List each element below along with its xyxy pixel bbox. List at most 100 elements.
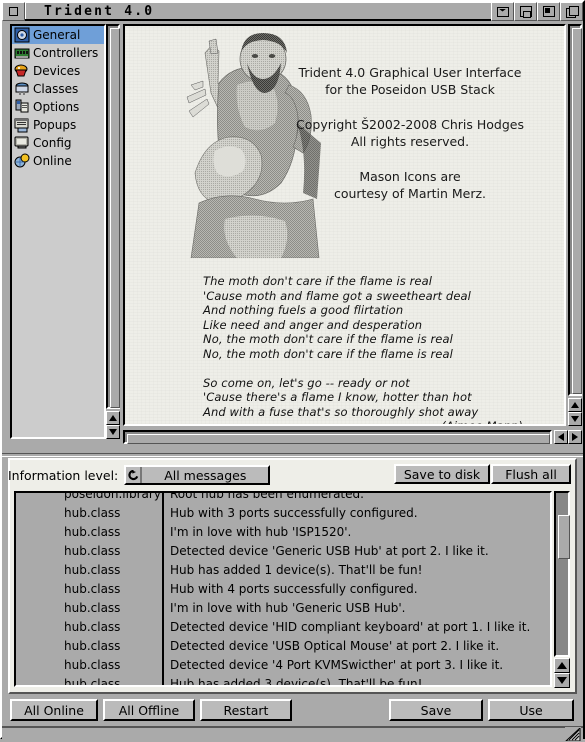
log-vscroll-thumb[interactable]	[558, 515, 570, 559]
log-row[interactable]: hub.class Hub has added 1 device(s). That…	[16, 560, 550, 579]
about-credits-line2: courtesy of Martin Merz.	[333, 186, 487, 201]
sidebar-scrollbar[interactable]	[106, 24, 120, 439]
sidebar-item-config[interactable]: Config	[12, 134, 104, 152]
sidebar-item-general[interactable]: General	[12, 26, 104, 44]
status-strip	[2, 726, 583, 742]
log-row-message: I'm in love with hub 'ISP1520'.	[170, 524, 352, 539]
panel-hscroll-thumb[interactable]	[127, 434, 550, 444]
log-row-source: hub.class	[64, 676, 121, 687]
save-button[interactable]: Save	[389, 699, 483, 721]
about-copyright: Copyright Š2002-2008 Chris Hodges All ri…	[265, 116, 555, 150]
use-button[interactable]: Use	[488, 699, 574, 721]
log-scroll-down-button[interactable]	[554, 673, 570, 688]
chevron-down-icon	[571, 416, 579, 422]
poem-line: And with a fuse that's so thoroughly sho…	[203, 404, 479, 419]
panel-scroll-up-button[interactable]	[568, 398, 582, 412]
panel-vertical-scrollbar[interactable]	[568, 24, 582, 426]
log-row[interactable]: poseidon.library Root hub has been enumer…	[16, 491, 550, 503]
panel-scroll-right-button[interactable]	[568, 430, 582, 444]
panel-vscroll-track[interactable]	[568, 24, 582, 396]
sidebar-item-popups[interactable]: Popups	[12, 116, 104, 134]
options-icon	[14, 99, 30, 115]
log-row-message: Hub has added 1 device(s). That'll be fu…	[170, 562, 423, 577]
log-row-source: hub.class	[64, 657, 121, 672]
popups-icon	[14, 117, 30, 133]
log-row[interactable]: hub.class Hub with 4 ports successfully c…	[16, 579, 550, 598]
restart-button[interactable]: Restart	[200, 699, 292, 721]
panel-hscroll-track[interactable]	[123, 430, 552, 444]
online-icon	[14, 153, 30, 169]
sidebar-label: Controllers	[33, 46, 99, 60]
chevron-up-icon	[557, 662, 567, 669]
log-row[interactable]: hub.class I'm in love with hub 'ISP1520'.	[16, 522, 550, 541]
log-row-message: Hub with 3 ports successfully configured…	[170, 505, 418, 520]
log-row[interactable]: hub.class Detected device '4 Port KVMSwic…	[16, 655, 550, 674]
sidebar-scrollbar-thumb[interactable]	[110, 28, 120, 408]
poem-line: Like need and anger and desperation	[203, 317, 423, 332]
information-level-value: All messages	[164, 467, 247, 483]
sidebar-scroll-up-button[interactable]	[106, 411, 120, 425]
chevron-right-icon	[572, 433, 578, 441]
close-gadget[interactable]	[2, 2, 25, 21]
log-row-source: poseidon.library	[64, 491, 161, 501]
poem-block: The moth don't care if the flame is real…	[203, 274, 523, 424]
pane-separator	[2, 453, 583, 457]
log-row[interactable]: hub.class Hub has added 3 device(s). That…	[16, 674, 550, 687]
sidebar-label: Online	[33, 154, 72, 168]
iconify-gadget[interactable]	[491, 2, 514, 21]
panel-vscroll-thumb[interactable]	[572, 28, 582, 394]
log-row-message: Hub with 4 ports successfully configured…	[170, 581, 418, 596]
poem-line: 'Cause moth and flame got a sweetheart d…	[203, 288, 471, 303]
log-list[interactable]: poseidon.library Root hub has been enumer…	[14, 491, 552, 687]
panel-scroll-left-button[interactable]	[554, 430, 568, 444]
panel-scroll-down-button[interactable]	[568, 412, 582, 426]
trident-window: Trident 4.0 General Controllers Devices …	[0, 0, 585, 742]
log-row-message: Root hub has been enumerated.	[170, 491, 364, 501]
sidebar-item-options[interactable]: Options	[12, 98, 104, 116]
information-level-cycle[interactable]: All messages	[124, 465, 271, 485]
log-row[interactable]: hub.class Detected device 'Generic USB Hu…	[16, 541, 550, 560]
log-vertical-scrollbar[interactable]	[554, 491, 570, 688]
close-icon	[9, 7, 18, 16]
depth-front-gadget[interactable]	[560, 2, 583, 21]
log-scroll-up-button[interactable]	[554, 658, 570, 673]
zoom-icon	[542, 6, 555, 17]
log-row[interactable]: hub.class Detected device 'USB Optical Mo…	[16, 636, 550, 655]
log-row-source: hub.class	[64, 543, 121, 558]
log-vscroll-track[interactable]	[554, 491, 570, 657]
sidebar-scroll-down-button[interactable]	[106, 425, 120, 439]
all-online-button[interactable]: All Online	[10, 699, 98, 721]
zoom-gadget[interactable]	[537, 2, 560, 21]
flush-all-button[interactable]: Flush all	[491, 464, 571, 484]
log-row-source: hub.class	[64, 505, 121, 520]
chevron-up-icon	[571, 402, 579, 408]
log-row[interactable]: hub.class I'm in love with hub 'Generic U…	[16, 598, 550, 617]
bottom-button-bar: All Online All Offline Restart Save Use	[2, 695, 583, 742]
log-row-source: hub.class	[64, 619, 121, 634]
poem-attribution: (Aimee Mann)	[203, 419, 523, 424]
chevron-down-icon	[557, 677, 567, 684]
window-front-icon	[565, 6, 579, 18]
poem-line: So come on, let's go -- ready or not	[203, 375, 410, 390]
panel-horizontal-scrollbar[interactable]	[123, 430, 582, 444]
log-row[interactable]: hub.class Hub with 3 ports successfully c…	[16, 503, 550, 522]
log-row[interactable]: hub.class Detected device 'HID compliant …	[16, 617, 550, 636]
sidebar-scrollbar-track[interactable]	[106, 24, 120, 409]
window-back-icon	[519, 6, 532, 18]
sidebar-item-devices[interactable]: Devices	[12, 62, 104, 80]
log-row-message: Detected device '4 Port KVMSwicther' at …	[170, 657, 504, 672]
log-row-message: Detected device 'USB Optical Mouse' at p…	[170, 638, 500, 653]
log-row-message: Hub has added 3 device(s). That'll be fu…	[170, 676, 423, 687]
sidebar-label: Options	[33, 100, 80, 114]
log-row-message: Detected device 'HID compliant keyboard'…	[170, 619, 531, 634]
log-row-source: hub.class	[64, 600, 121, 615]
sidebar-item-classes[interactable]: Classes	[12, 80, 104, 98]
all-offline-button[interactable]: All Offline	[103, 699, 195, 721]
poem-line: And nothing fuels a good flirtation	[203, 303, 404, 318]
classes-icon	[14, 81, 30, 97]
sidebar-item-controllers[interactable]: Controllers	[12, 44, 104, 62]
depth-back-gadget[interactable]	[514, 2, 537, 21]
sidebar-list[interactable]: General Controllers Devices Classes Opti…	[10, 24, 106, 439]
save-to-disk-button[interactable]: Save to disk	[394, 464, 490, 484]
sidebar-item-online[interactable]: Online	[12, 152, 104, 170]
